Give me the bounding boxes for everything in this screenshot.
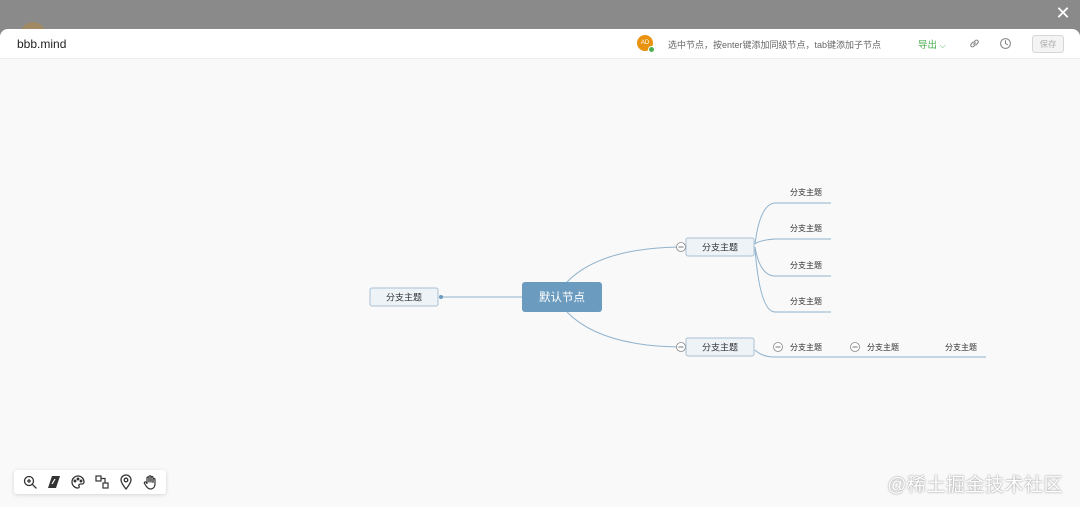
right-upper-node[interactable]: 分支主题 [685, 237, 755, 257]
left-connector-dot [439, 295, 443, 299]
save-button[interactable]: 保存 [1032, 35, 1064, 53]
lower-chain-3[interactable]: 分支主题 [945, 342, 977, 352]
file-title: bbb.mind [17, 37, 67, 51]
structure-icon[interactable] [94, 474, 110, 490]
upper-child-3[interactable]: 分支主题 [790, 260, 822, 270]
shortcut-hint: 选中节点，按enter键添加同级节点，tab键添加子节点 [668, 40, 882, 50]
theme-icon[interactable] [70, 474, 86, 490]
edge-root-lower [566, 311, 681, 348]
collapse-upper-toggle[interactable] [676, 242, 686, 252]
close-icon[interactable]: ✕ [1054, 4, 1072, 24]
svg-text:分支主题: 分支主题 [386, 292, 422, 303]
export-label: 导出 [918, 40, 938, 51]
lower-chain-1[interactable]: 分支主题 [790, 342, 822, 352]
lower-chain-2[interactable]: 分支主题 [867, 342, 899, 352]
upper-child-2[interactable]: 分支主题 [790, 223, 822, 233]
online-status-dot [648, 46, 655, 53]
right-lower-node[interactable]: 分支主题 [685, 337, 755, 357]
location-icon[interactable] [118, 474, 134, 490]
edge-root-upper [566, 246, 681, 283]
collapse-chain-1-toggle[interactable] [773, 342, 783, 352]
zoom-in-icon[interactable] [22, 474, 38, 490]
svg-text:分支主题: 分支主题 [702, 242, 738, 253]
upper-child-1[interactable]: 分支主题 [790, 187, 822, 197]
fit-view-icon[interactable] [46, 474, 62, 490]
root-node[interactable]: 默认节点 [522, 282, 602, 312]
link-icon[interactable] [968, 37, 981, 50]
edge-upper-child-2 [754, 238, 831, 245]
collapse-lower-toggle[interactable] [676, 342, 686, 352]
svg-text:分支主题: 分支主题 [702, 342, 738, 353]
history-icon[interactable] [999, 37, 1012, 50]
mindmap-dialog: 默认节点 分支主题 分支主题 分支主题 分支主题 分支主题 分支主题 分支主题 … [0, 29, 1080, 507]
left-branch-node[interactable]: 分支主题 [369, 287, 439, 307]
dialog-header: bbb.mind AD 选中节点，按enter键添加同级节点，tab键添加子节点… [0, 29, 1080, 59]
hand-icon[interactable] [142, 474, 158, 490]
mindmap-canvas[interactable]: 默认节点 分支主题 分支主题 分支主题 分支主题 分支主题 分支主题 分支主题 … [0, 29, 1080, 507]
export-button[interactable]: 导出 ⌵ [918, 37, 946, 51]
watermark: @稀土掘金技术社区 [887, 475, 1063, 496]
svg-text:默认节点: 默认节点 [539, 291, 585, 304]
chevron-down-icon: ⌵ [939, 41, 946, 50]
canvas-toolbar [14, 470, 166, 494]
collapse-chain-2-toggle[interactable] [850, 342, 860, 352]
upper-child-4[interactable]: 分支主题 [790, 296, 822, 306]
